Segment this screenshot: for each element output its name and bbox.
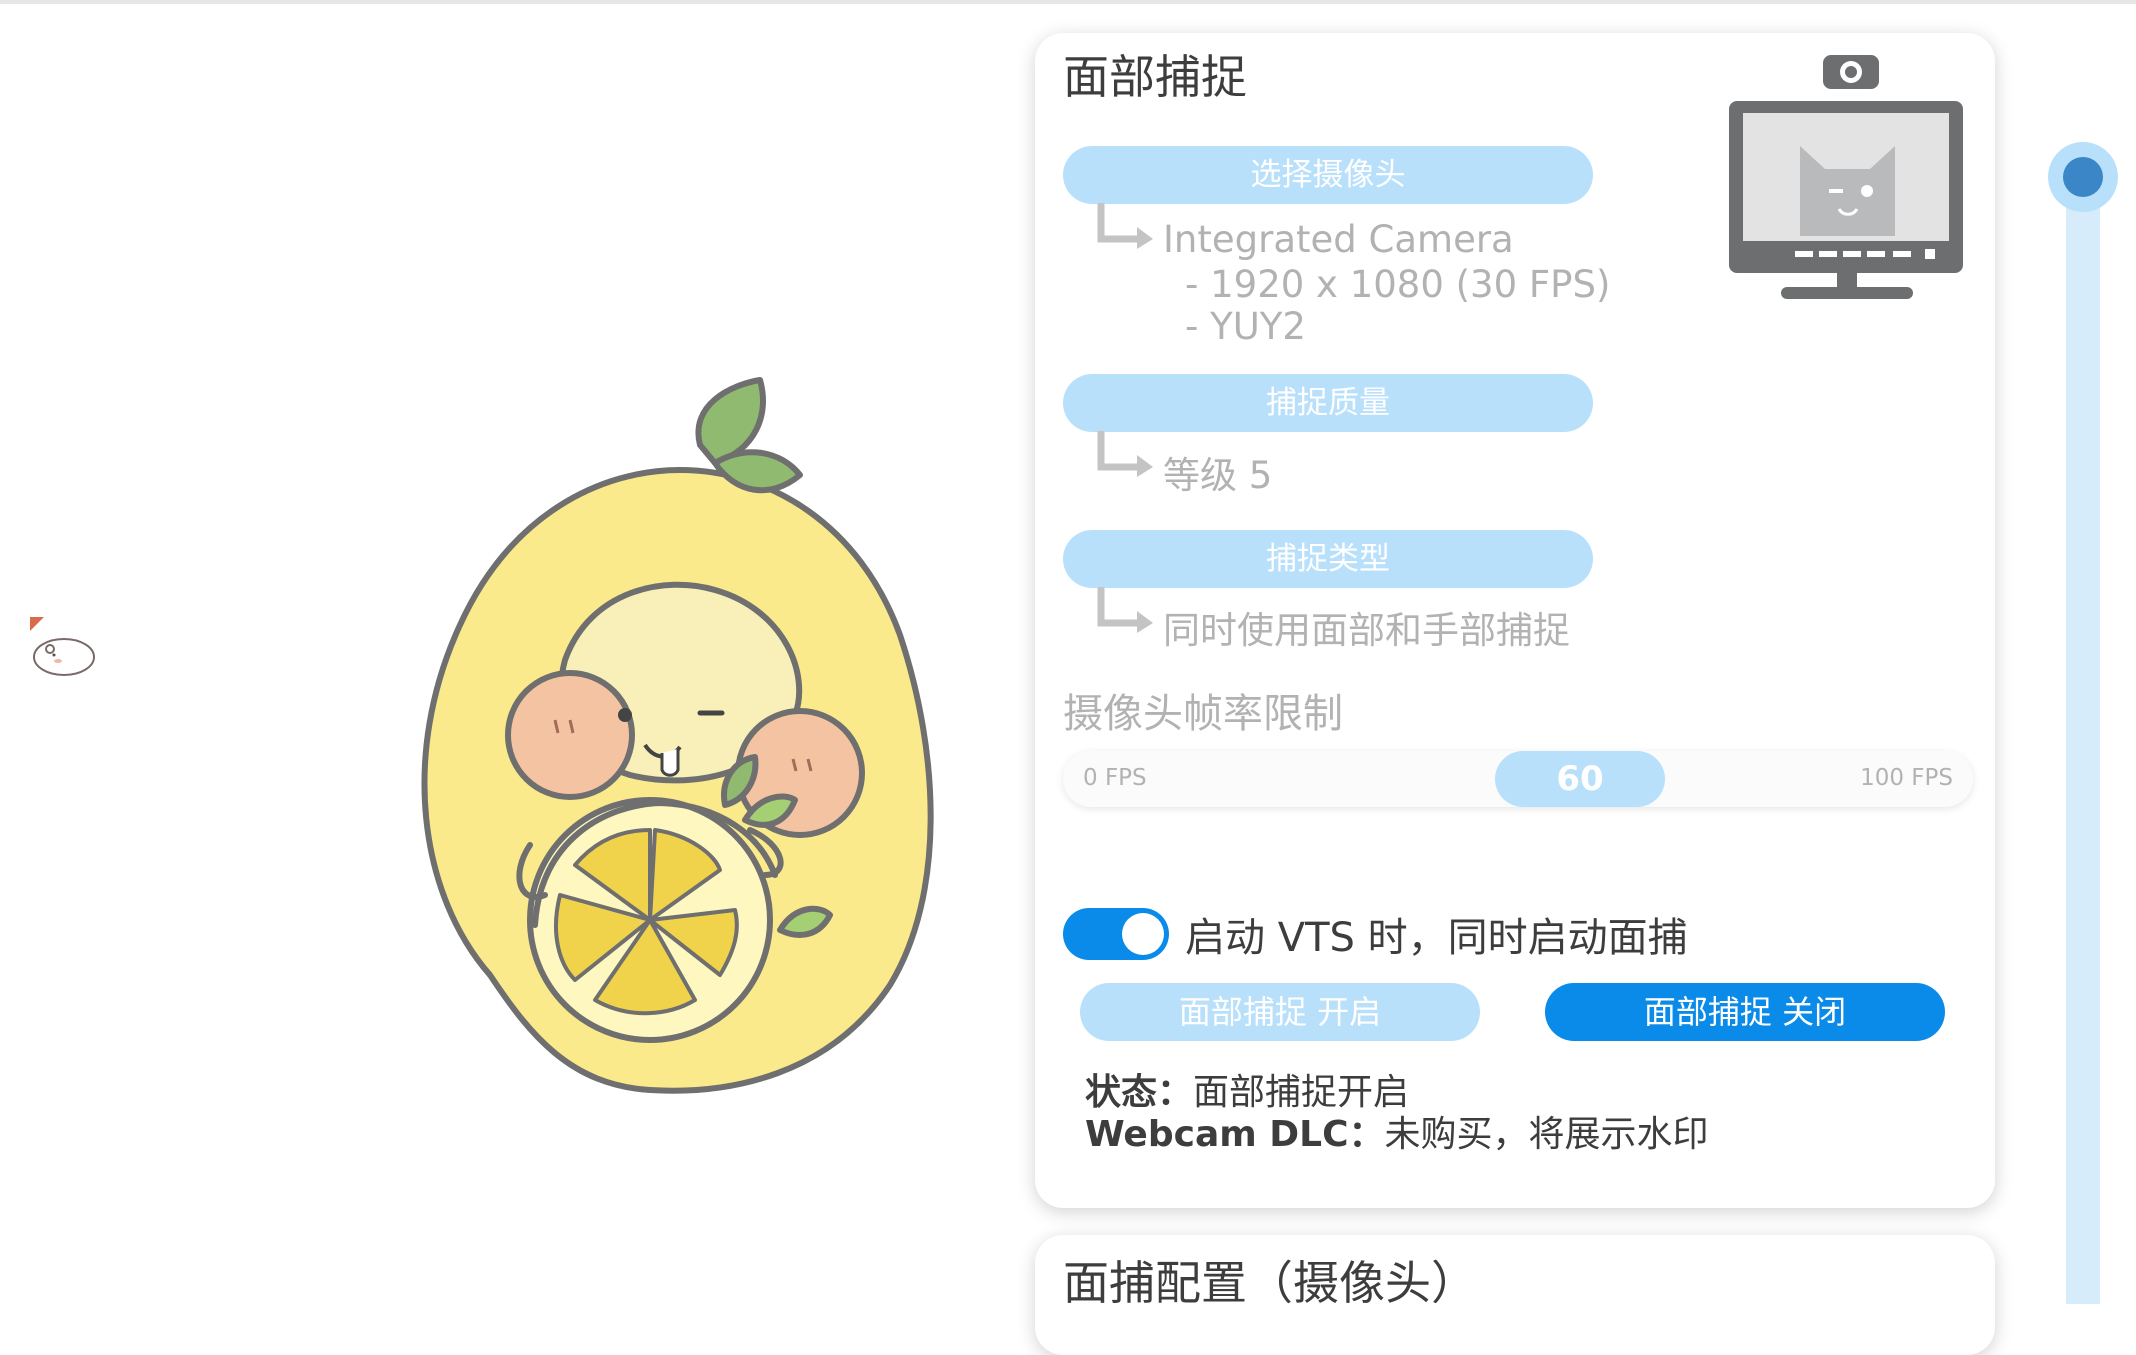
quality-value: 等级 5 [1163,454,1273,497]
face-capture-panel: 面部捕捉 选择摄像头 Integrated Camera - 1920 x 10… [1035,33,1995,1208]
dlc-line: Webcam DLC：未购买，将展示水印 [1085,1105,1709,1157]
webcam-monitor-cat-icon [1729,55,1963,299]
capture-quality-button[interactable]: 捕捉质量 [1063,374,1593,432]
fps-slider[interactable]: 0 FPS 60 100 FPS [1063,751,1973,807]
autostart-label: 启动 VTS 时，同时启动面捕 [1185,915,1688,961]
camera-name: Integrated Camera [1163,218,1514,261]
hamster-sticker-icon [30,617,95,676]
corner-arrow-icon [1097,587,1153,633]
dlc-value: 未购买，将展示水印 [1384,1114,1709,1155]
scrollbar-thumb-dot [2063,157,2103,197]
dlc-key: Webcam DLC： [1085,1114,1385,1155]
corner-arrow-icon [1097,431,1153,477]
camera-format: - YUY2 [1185,305,1306,348]
fps-limit-label: 摄像头帧率限制 [1063,691,1343,737]
stop-face-capture-button[interactable]: 面部捕捉 关闭 [1545,983,1945,1041]
autostart-toggle[interactable] [1063,908,1169,960]
camera-resolution: - 1920 x 1080 (30 FPS) [1185,263,1611,306]
select-camera-button[interactable]: 选择摄像头 [1063,146,1593,204]
toggle-knob [1122,913,1164,955]
fps-min-label: 0 FPS [1083,765,1147,791]
face-config-title: 面捕配置（摄像头） [1063,1256,1477,1310]
fps-slider-thumb[interactable]: 60 [1495,751,1665,807]
corner-arrow-icon [1097,203,1153,249]
face-config-panel: 面捕配置（摄像头） [1035,1235,1995,1355]
scrollbar-thumb[interactable] [2048,142,2118,212]
scrollbar-track[interactable] [2066,170,2100,1304]
fps-max-label: 100 FPS [1860,765,1953,791]
lemon-mascot [421,377,934,1094]
panel-title: 面部捕捉 [1063,50,1247,104]
capture-type-button[interactable]: 捕捉类型 [1063,530,1593,588]
start-face-capture-button[interactable]: 面部捕捉 开启 [1080,983,1480,1041]
top-border [0,0,2136,4]
capture-type-value: 同时使用面部和手部捕捉 [1163,609,1570,652]
